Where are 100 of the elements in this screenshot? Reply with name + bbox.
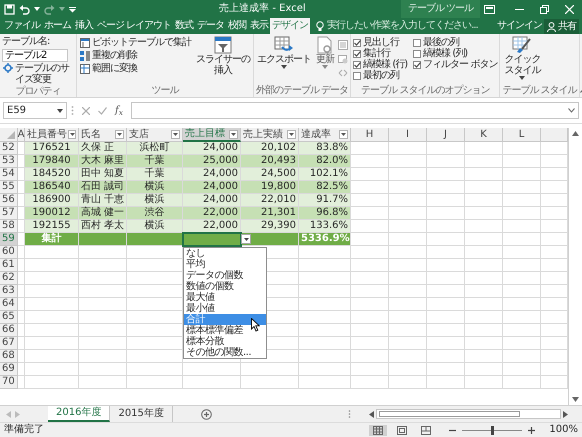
ribbon-command[interactable]: 範囲に変換 xyxy=(79,62,192,75)
quick-styles-button[interactable]: クイックスタイル xyxy=(502,36,542,85)
add-sheet-icon[interactable] xyxy=(200,408,212,420)
zoom-in-icon[interactable] xyxy=(528,426,536,434)
scroll-down-icon[interactable] xyxy=(572,397,579,402)
ribbon-command[interactable]: ピボットテーブルで集計 xyxy=(79,36,192,49)
vertical-scrollbar[interactable] xyxy=(568,128,582,405)
filter-button[interactable] xyxy=(287,130,296,139)
grid-cell xyxy=(503,233,541,246)
checkbox[interactable]: 縞模様 (行) xyxy=(353,59,408,70)
table-name-field[interactable]: テーブル2 xyxy=(2,48,68,62)
grid-cell xyxy=(299,376,351,389)
checkbox[interactable]: 縞模様 (列) xyxy=(413,48,498,59)
ribbon-tab[interactable]: 数式 xyxy=(173,18,196,34)
grid-cell xyxy=(465,337,503,350)
close-icon[interactable] xyxy=(565,4,574,14)
export-button[interactable]: エクスポート xyxy=(256,36,312,85)
column-header[interactable]: 氏名 xyxy=(79,128,127,142)
grid-cell xyxy=(389,142,427,155)
grid-cell xyxy=(351,246,389,259)
dropdown-item[interactable]: その他の関数... xyxy=(184,347,266,358)
grid-cell xyxy=(427,207,465,220)
sheet-tab[interactable]: 2016年度 xyxy=(48,406,110,422)
filter-button[interactable] xyxy=(115,130,124,139)
table-cell: 91.7% xyxy=(299,194,351,207)
grid-cell xyxy=(299,246,351,259)
filter-button[interactable] xyxy=(171,130,180,139)
row-header: 56 xyxy=(0,194,18,207)
grid-cell xyxy=(389,298,427,311)
resize-table-button[interactable]: テーブルのサイズ変更 xyxy=(2,62,74,86)
grid-cell xyxy=(427,272,465,285)
name-box[interactable]: E59 xyxy=(3,102,67,119)
ribbon-tab[interactable]: 校閲 xyxy=(226,18,248,34)
column-header[interactable]: 社員番号 xyxy=(25,128,79,142)
check-icon[interactable] xyxy=(98,106,107,114)
scroll-left-icon[interactable] xyxy=(369,410,374,418)
scroll-up-icon[interactable] xyxy=(572,131,579,136)
column-header[interactable]: 売上実績 xyxy=(241,128,299,142)
checkbox[interactable]: フィルター ボタン xyxy=(413,59,498,70)
ribbon-command[interactable]: 重複の削除 xyxy=(79,49,192,62)
ribbon-tab[interactable]: 表示 xyxy=(248,18,270,34)
grid-cell xyxy=(127,324,183,337)
ribbon-tab[interactable]: データ xyxy=(195,18,226,34)
share-button[interactable]: 共有 xyxy=(544,19,579,34)
dropdown-item[interactable]: 平均 xyxy=(184,259,266,270)
checkbox[interactable]: 見出し行 xyxy=(353,37,408,48)
column-header[interactable]: I xyxy=(389,128,427,142)
column-header[interactable]: 達成率 xyxy=(299,128,351,142)
scrollbar-thumb[interactable] xyxy=(379,411,520,417)
ribbon-tab[interactable]: デザイン xyxy=(270,18,310,34)
customize-menu-icon[interactable] xyxy=(69,6,76,12)
dropdown-item[interactable]: なし xyxy=(184,248,266,259)
dropdown-item[interactable]: 最小値 xyxy=(184,303,266,314)
splitter-icon[interactable] xyxy=(348,409,351,419)
sign-in-link[interactable]: サインイン xyxy=(495,18,544,34)
column-header[interactable]: A xyxy=(18,128,25,142)
dropdown-item[interactable]: 標本標準偏差 xyxy=(184,325,266,336)
ribbon-tab[interactable]: ページ レイアウト xyxy=(95,18,174,34)
grid-cell xyxy=(351,324,389,337)
column-header[interactable]: 売上目標 xyxy=(183,128,241,142)
save-icon[interactable] xyxy=(4,4,15,14)
column-header[interactable]: 支店 xyxy=(127,128,183,142)
ribbon-tab[interactable]: ファイル xyxy=(2,18,42,34)
ribbon-display-icon[interactable] xyxy=(484,4,495,14)
dropdown-item[interactable]: 標本分散 xyxy=(184,336,266,347)
grid-cell xyxy=(351,363,389,376)
table-cell: 集計 xyxy=(25,233,79,246)
column-header[interactable]: J xyxy=(427,128,465,142)
column-header[interactable]: L xyxy=(503,128,541,142)
slider-thumb[interactable] xyxy=(491,426,494,434)
column-header[interactable]: K xyxy=(465,128,503,142)
filter-button[interactable] xyxy=(229,130,238,138)
grid-cell xyxy=(427,220,465,233)
horizontal-scrollbar[interactable] xyxy=(376,409,561,419)
table-cell: 102.1% xyxy=(299,168,351,181)
checkbox[interactable]: 最初の列 xyxy=(353,70,408,81)
refresh-button[interactable]: 更新 xyxy=(315,36,335,85)
dropdown-button[interactable] xyxy=(241,234,251,244)
slicer-button[interactable]: スライサーの挿入 xyxy=(195,36,251,85)
ribbon-tab[interactable]: ホーム xyxy=(42,18,73,34)
scroll-right-icon[interactable] xyxy=(563,410,568,418)
dropdown-item[interactable]: 最大値 xyxy=(184,292,266,303)
undo-icon[interactable] xyxy=(19,4,30,14)
dropdown-item[interactable]: 数値の個数 xyxy=(184,281,266,292)
grid-cell xyxy=(351,220,389,233)
restore-icon[interactable] xyxy=(540,4,549,14)
grid-cell xyxy=(427,298,465,311)
checkbox[interactable]: 最後の列 xyxy=(413,37,498,48)
filter-button[interactable] xyxy=(339,130,348,139)
expand-icon[interactable] xyxy=(568,108,575,113)
column-header[interactable]: H xyxy=(351,128,389,142)
filter-button[interactable] xyxy=(68,130,76,139)
dropdown-arrow-icon xyxy=(173,133,178,136)
insert-function-button[interactable]: f$_{x}$ xyxy=(115,104,123,116)
checkbox[interactable]: 集計行 xyxy=(353,48,408,59)
ribbon-tab[interactable]: 挿入 xyxy=(73,18,95,34)
dropdown-item[interactable]: データの個数 xyxy=(184,270,266,281)
view-button[interactable] xyxy=(369,424,388,436)
zoom-level[interactable]: 100% xyxy=(549,424,578,436)
formula-field[interactable] xyxy=(130,102,579,119)
